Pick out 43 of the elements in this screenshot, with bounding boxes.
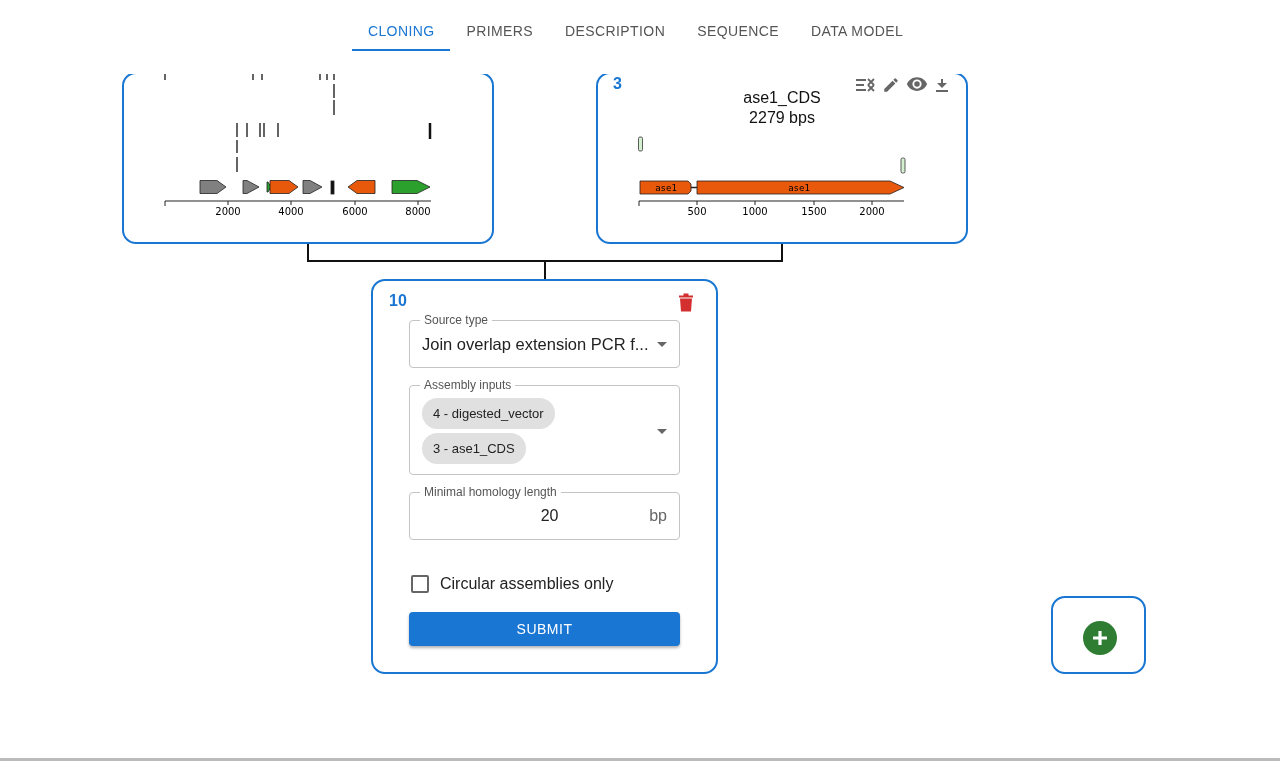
axis-tick-label: 4000 [277, 205, 304, 217]
feature-arrow [347, 179, 375, 194]
card-number: 10 [389, 292, 407, 310]
feature-arrow [242, 179, 259, 194]
submit-button[interactable]: SUBMIT [409, 612, 680, 646]
checkbox[interactable] [411, 575, 429, 593]
axis-tick-label: 8000 [404, 205, 431, 217]
clear-list-icon[interactable] [856, 78, 876, 92]
feature-arrow [199, 179, 226, 194]
input-chip[interactable]: 4 - digested_vector [422, 398, 555, 429]
sequence-name: ase1_CDS [743, 88, 821, 108]
sequence-length: 2279 bps [749, 108, 815, 128]
feature-arrow: ase1 [696, 180, 904, 194]
tab[interactable]: DATA MODEL [794, 12, 920, 51]
axis-tick-label: 2000 [858, 205, 885, 217]
pencil-icon[interactable] [882, 76, 900, 94]
assembly-inputs-select[interactable]: Assembly inputs 4 - digested_vector 3 - ase1_CDS [409, 378, 680, 475]
tab[interactable]: DESCRIPTION [549, 12, 682, 51]
source-type-select[interactable]: Source type Join overlap extension PCR f... [409, 313, 680, 368]
axis-tick-label: 6000 [341, 205, 368, 217]
homology-length-field[interactable]: Minimal homology length 20 bp [409, 485, 680, 540]
dropdown-caret-icon[interactable] [657, 428, 667, 434]
tab[interactable]: CLONING [351, 12, 451, 51]
card-number: 3 [613, 75, 622, 93]
trash-icon[interactable] [678, 293, 694, 312]
feature-mark [900, 157, 905, 173]
axis-tick-label: 500 [686, 205, 707, 217]
feature-mark [330, 180, 334, 194]
checkbox-label: Circular assemblies only [440, 575, 614, 593]
tab[interactable]: SEQUENCE [681, 12, 795, 51]
eye-icon[interactable] [906, 77, 928, 93]
download-icon[interactable] [934, 77, 950, 93]
input-chip[interactable]: 3 - ase1_CDS [422, 433, 526, 464]
plus-icon [1091, 629, 1109, 647]
feature-arrow [391, 179, 430, 194]
axis-tick-label: 1000 [741, 205, 768, 217]
feature-arrow [302, 179, 322, 194]
tab[interactable]: PRIMERS [450, 12, 550, 51]
add-button[interactable] [1083, 621, 1117, 655]
dropdown-caret-icon[interactable] [657, 341, 667, 347]
feature-mark [637, 136, 643, 151]
axis-tick-label: 2000 [214, 205, 241, 217]
axis-tick-label: 1500 [800, 205, 827, 217]
